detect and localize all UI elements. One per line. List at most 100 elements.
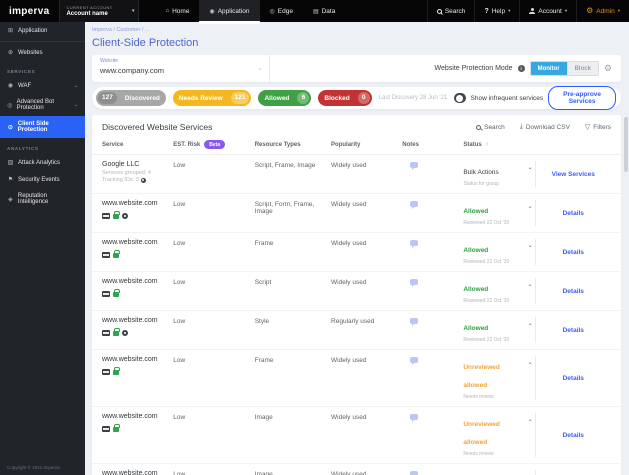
service-cell: www.website.com	[102, 278, 173, 297]
service-name: www.website.com	[102, 200, 158, 207]
column-service[interactable]: Service	[102, 142, 173, 148]
pre-approve-services-button[interactable]: Pre-approve Services	[548, 86, 616, 110]
block-button[interactable]: Block	[566, 62, 598, 75]
resource-types-cell: Script	[254, 279, 272, 286]
blocked-label: Blocked	[324, 94, 350, 102]
home-icon: ⌂	[165, 8, 170, 14]
nav-application[interactable]: ◉ Application	[199, 0, 260, 24]
chevron-down-icon[interactable]: ⌄	[528, 320, 533, 327]
current-account-label: CURRENT ACCOUNT	[66, 5, 113, 10]
nav-edge[interactable]: ◎ Edge	[260, 0, 303, 22]
column-status[interactable]: Status ↑	[463, 142, 534, 148]
main-content: Imperva / Customer / ... Client-Side Pro…	[85, 22, 629, 475]
protection-mode-label: Website Protection Mode	[434, 65, 513, 72]
row-action-link[interactable]: View Services	[552, 171, 595, 178]
column-resource-types[interactable]: Resource Types	[255, 142, 331, 148]
stats-right-cluster: Show infrequent services Pre-approve Ser…	[454, 86, 616, 110]
account-menu-label: Account	[538, 7, 562, 15]
sidebar-item-advanced-bot-protection[interactable]: ◎ Advanced Bot Protection ⌄	[0, 94, 85, 116]
needs-review-pill[interactable]: Needs Review 121	[172, 90, 252, 106]
nav-home[interactable]: ⌂ Home	[155, 0, 199, 22]
sidebar-item-security-events[interactable]: ⚑ Security Events	[0, 171, 85, 188]
help-menu[interactable]: ? Help ▾	[474, 0, 519, 22]
note-bubble-icon[interactable]	[410, 162, 419, 170]
column-popularity[interactable]: Popularity	[331, 142, 402, 148]
note-bubble-icon[interactable]	[410, 279, 419, 287]
row-action-link[interactable]: Details	[563, 249, 584, 256]
beta-badge: Beta	[204, 140, 226, 149]
account-selector[interactable]: CURRENT ACCOUNT Account name ▾	[59, 0, 140, 22]
table-row: www.website.com Low Frame Widely used Un…	[92, 350, 621, 407]
info-icon[interactable]: i	[517, 65, 525, 72]
row-action-link[interactable]: Details	[563, 288, 584, 295]
service-icons	[102, 328, 173, 336]
resource-types-cell: Script, Form, Frame, Image	[254, 201, 315, 215]
status-label: Allowed	[463, 247, 489, 254]
table-row: Google LLC Services grouped: 4 Tracking I…	[92, 155, 621, 194]
account-name: Account name	[66, 11, 108, 17]
website-selector-bar: Website www.company.com ⌄ Website Protec…	[92, 55, 621, 82]
sidebar-item-attack-analytics[interactable]: ▨ Attack Analytics	[0, 154, 85, 171]
row-action-link[interactable]: Details	[563, 210, 584, 217]
chevron-down-icon[interactable]: ⌄	[528, 203, 533, 210]
sidebar-item-websites[interactable]: ⊕ Websites	[0, 44, 85, 61]
sidebar-item-client-side-protection[interactable]: ⊙ Client Side Protection	[0, 116, 85, 138]
sidebar-section-services: SERVICES	[7, 69, 36, 74]
sidebar-item-waf[interactable]: ◉ WAF ⌄	[0, 77, 85, 94]
table-search-button[interactable]: Search	[476, 124, 505, 131]
monitor-button[interactable]: Monitor	[530, 62, 567, 75]
top-bar: imperva CURRENT ACCOUNT Account name ▾ ⌂…	[0, 0, 629, 24]
chevron-down-icon[interactable]: ⌄	[528, 359, 533, 366]
note-bubble-icon[interactable]	[410, 414, 419, 422]
client-protection-icon: ⊙	[7, 124, 13, 131]
blocked-pill[interactable]: Blocked 0	[318, 90, 372, 106]
table-row: www.website.com Low Frame Widely used Al…	[92, 233, 621, 272]
chevron-down-icon[interactable]: ⌄	[528, 281, 533, 288]
lock-icon	[113, 250, 120, 258]
browser-icon	[102, 213, 110, 219]
column-notes[interactable]: Notes	[402, 142, 463, 148]
sidebar-item-application[interactable]: ⊞ Application	[0, 22, 85, 39]
nav-home-label: Home	[172, 7, 190, 15]
chevron-down-icon[interactable]: ⌄	[528, 416, 533, 423]
filters-button[interactable]: ▽ Filters	[585, 123, 611, 132]
row-action-link[interactable]: Details	[563, 327, 584, 334]
row-action-link[interactable]: Details	[563, 375, 584, 382]
discovered-pill[interactable]: 127 Discovered	[96, 90, 166, 106]
admin-menu[interactable]: ⚙ Admin ▾	[576, 0, 629, 22]
page-title: Client-Side Protection	[92, 37, 199, 49]
website-select[interactable]: Website www.company.com ⌄	[92, 55, 270, 82]
chevron-down-icon[interactable]: ⌄	[528, 242, 533, 249]
column-est-risk[interactable]: EST. Risk Beta	[173, 140, 254, 149]
status-cell: Allowed Reviewed 22 Oct '20 ⌄	[463, 317, 534, 343]
note-bubble-icon[interactable]	[410, 471, 419, 475]
infrequent-services-toggle[interactable]	[454, 93, 466, 103]
person-icon	[529, 8, 536, 14]
settings-gear-icon[interactable]: ⚙	[604, 63, 612, 74]
website-select-value: www.company.com	[100, 65, 165, 75]
nav-data[interactable]: ▤ Data	[303, 0, 345, 22]
risk-cell: Low	[173, 201, 186, 208]
search-button[interactable]: Search	[426, 0, 475, 22]
status-label: Allowed	[463, 325, 489, 332]
gear-icon: ⚙	[586, 6, 594, 15]
resource-types-cell: Frame	[254, 357, 274, 364]
breadcrumb[interactable]: Imperva / Customer / ...	[92, 27, 621, 33]
sidebar-item-reputation-intelligence[interactable]: ◈ Reputation Intelligence	[0, 188, 85, 210]
note-bubble-icon[interactable]	[410, 318, 419, 326]
chevron-down-icon[interactable]: ⌄	[528, 164, 533, 171]
scrollbar-thumb[interactable]	[624, 117, 628, 172]
lock-icon	[113, 367, 120, 375]
note-bubble-icon[interactable]	[410, 240, 419, 248]
protection-mode-cluster: Website Protection Mode i Monitor Block …	[435, 55, 622, 82]
account-menu[interactable]: Account ▾	[519, 0, 576, 22]
row-action-link[interactable]: Details	[563, 432, 584, 439]
service-subtexts: Services grouped: 4 Tracking IDs: 3	[102, 169, 151, 184]
info-badge-icon[interactable]	[140, 177, 146, 183]
website-select-label: Website	[100, 58, 118, 64]
grid-icon: ⊞	[7, 28, 14, 34]
note-bubble-icon[interactable]	[410, 357, 419, 365]
allowed-pill[interactable]: Allowed 6	[258, 90, 312, 106]
download-csv-button[interactable]: ⤓ Download CSV	[520, 123, 570, 131]
note-bubble-icon[interactable]	[410, 201, 419, 209]
